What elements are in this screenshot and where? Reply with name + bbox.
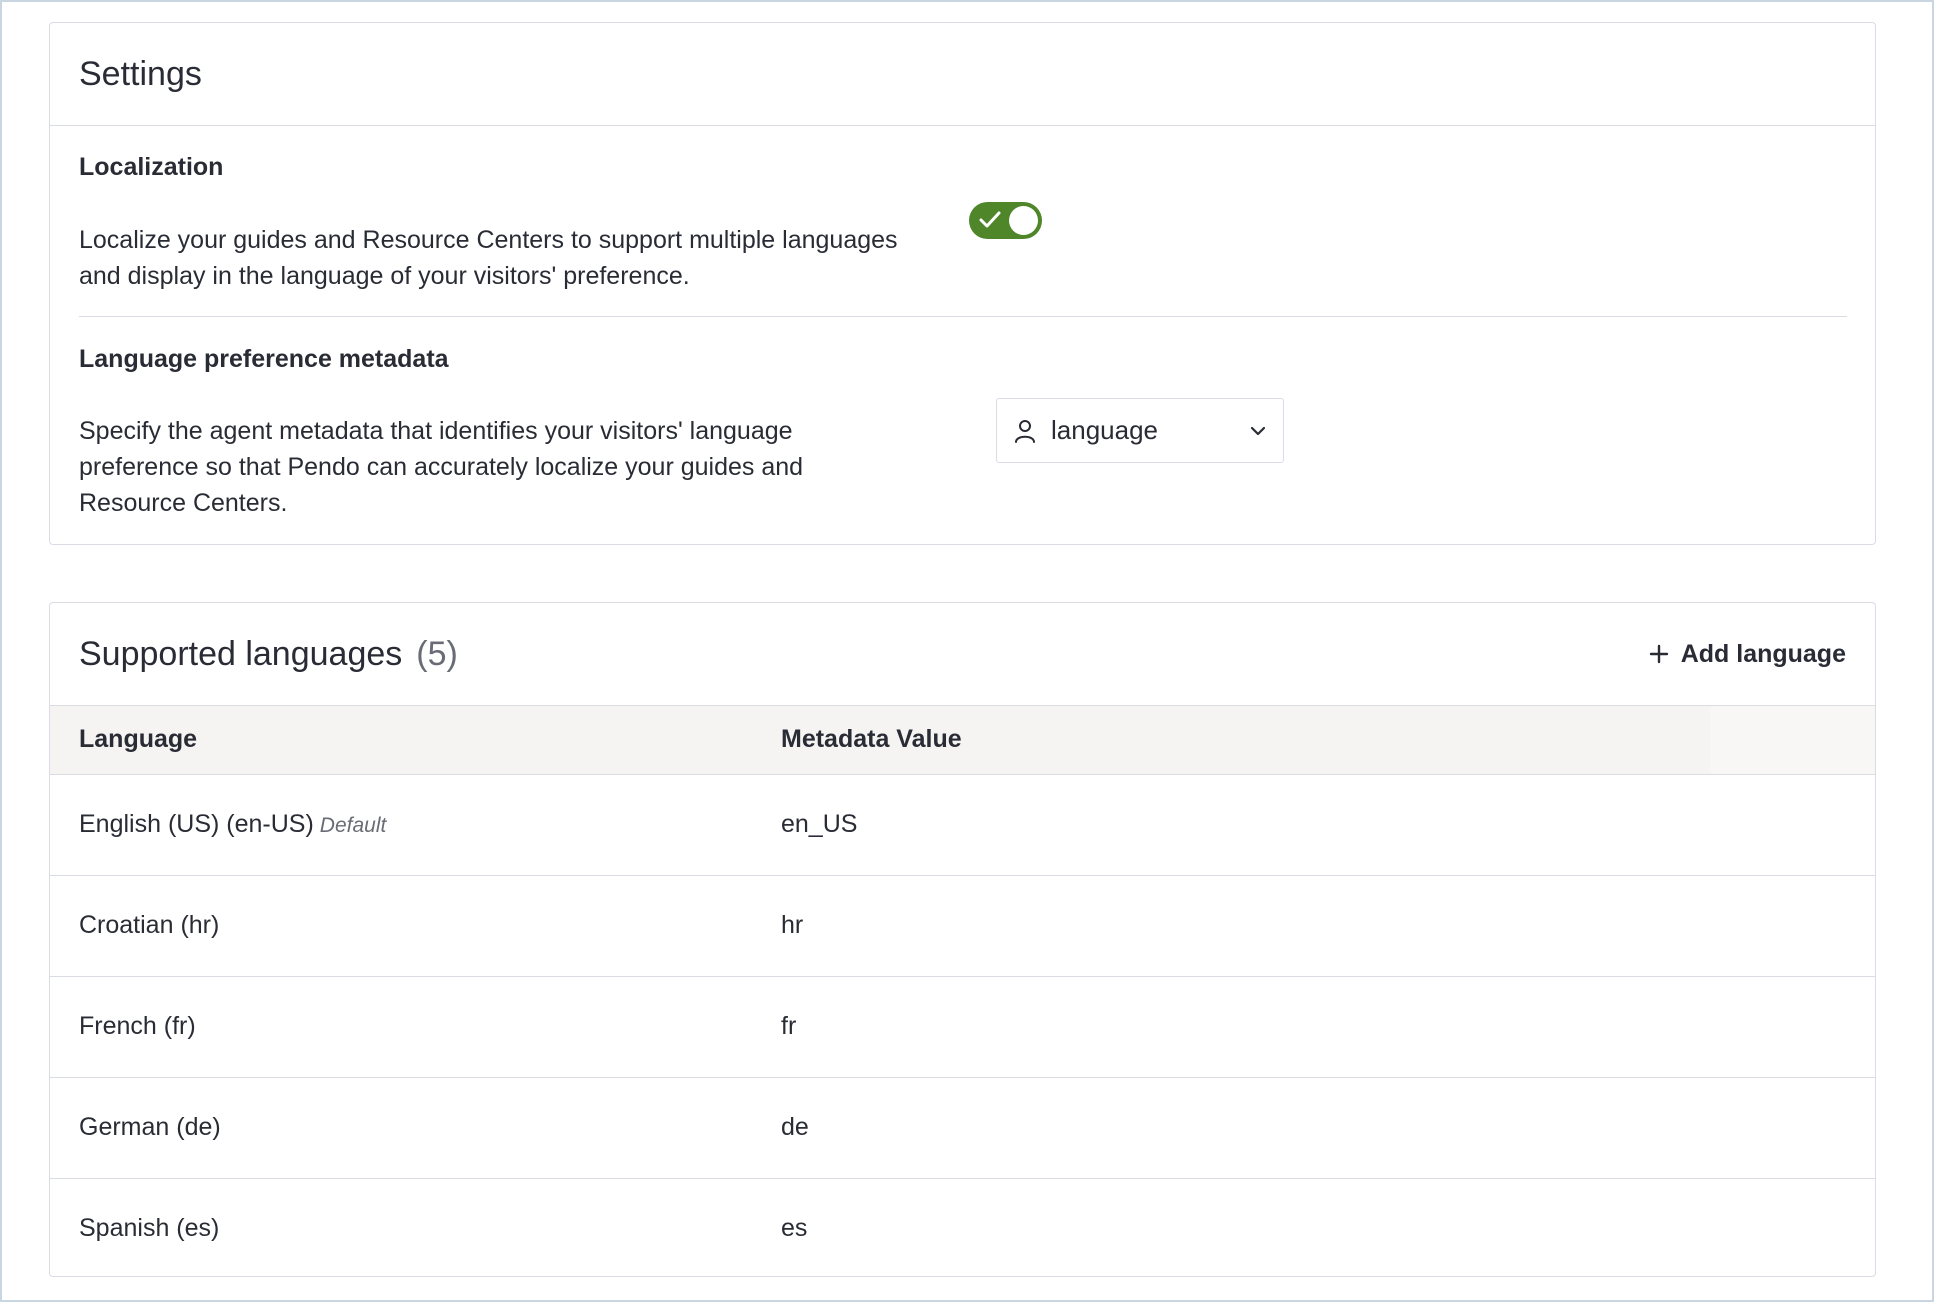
column-header-actions (1710, 706, 1875, 774)
actions-cell (1710, 1077, 1875, 1178)
language-cell: English (US) (en-US) Default (50, 774, 752, 875)
add-language-label: Add language (1680, 639, 1846, 668)
toggle-knob (1009, 206, 1038, 235)
settings-header: Settings (50, 23, 1875, 126)
plus-icon (1649, 644, 1668, 664)
supported-languages-title-text: Supported languages (79, 634, 403, 673)
table-row[interactable]: Spanish (es) es (50, 1178, 1875, 1276)
table-row[interactable]: English (US) (en-US) Default en_US (50, 774, 1875, 875)
actions-cell (1710, 1178, 1875, 1276)
supported-languages-count: (5) (416, 634, 458, 673)
table-row[interactable]: French (fr) fr (50, 976, 1875, 1077)
language-preference-description-line: Specify the agent metadata that identifi… (79, 417, 793, 445)
column-header-language: Language (79, 725, 198, 754)
page-frame: Settings Localization Localize your guid… (0, 0, 1934, 1302)
localization-title: Localization (79, 153, 224, 181)
languages-table: Language Metadata Value English (US) (en… (50, 706, 1875, 1276)
settings-card: Settings Localization Localize your guid… (49, 22, 1876, 545)
user-icon (1015, 419, 1035, 443)
actions-cell (1710, 774, 1875, 875)
settings-title: Settings (79, 54, 202, 93)
metadata-select-value: language (1051, 415, 1158, 445)
localization-description-line: Localize your guides and Resource Center… (79, 226, 898, 254)
default-tag: Default (319, 814, 387, 837)
chevron-down-icon (1250, 426, 1266, 435)
add-language-button[interactable]: Add language (1649, 640, 1846, 669)
section-divider (79, 316, 1847, 317)
language-preference-description-line: Resource Centers. (79, 489, 288, 517)
metadata-value-cell: de (781, 1113, 809, 1141)
metadata-select[interactable]: language (996, 398, 1284, 463)
language-name: English (US) (en-US) (79, 810, 314, 838)
metadata-value-cell: en_US (781, 810, 858, 838)
metadata-value-cell: es (781, 1214, 808, 1243)
actions-cell (1710, 875, 1875, 976)
language-preference-title: Language preference metadata (79, 345, 449, 373)
supported-languages-card: Supported languages (5) Add language Lang… (49, 602, 1876, 1277)
localization-description: Localize your guides and Resource Center… (79, 222, 979, 294)
supported-languages-header: Supported languages (5) Add language (50, 603, 1875, 706)
language-preference-description: Specify the agent metadata that identifi… (79, 413, 909, 521)
table-header-row: Language Metadata Value (50, 706, 1875, 774)
localization-toggle[interactable] (969, 202, 1042, 239)
actions-cell (1710, 976, 1875, 1077)
supported-languages-title: Supported languages (5) (79, 635, 458, 674)
language-cell: French (fr) (79, 1012, 196, 1040)
localization-description-line: and display in the language of your visi… (79, 262, 690, 290)
check-icon (979, 211, 1001, 228)
language-cell: Spanish (es) (79, 1214, 220, 1243)
column-header-metadata-value: Metadata Value (781, 725, 962, 754)
table-row[interactable]: Croatian (hr) hr (50, 875, 1875, 976)
metadata-value-cell: fr (781, 1012, 797, 1040)
language-preference-description-line: preference so that Pendo can accurately … (79, 453, 804, 481)
metadata-value-cell: hr (781, 911, 804, 939)
language-cell: German (de) (79, 1113, 221, 1141)
table-row[interactable]: German (de) de (50, 1077, 1875, 1178)
language-cell: Croatian (hr) (79, 911, 220, 939)
